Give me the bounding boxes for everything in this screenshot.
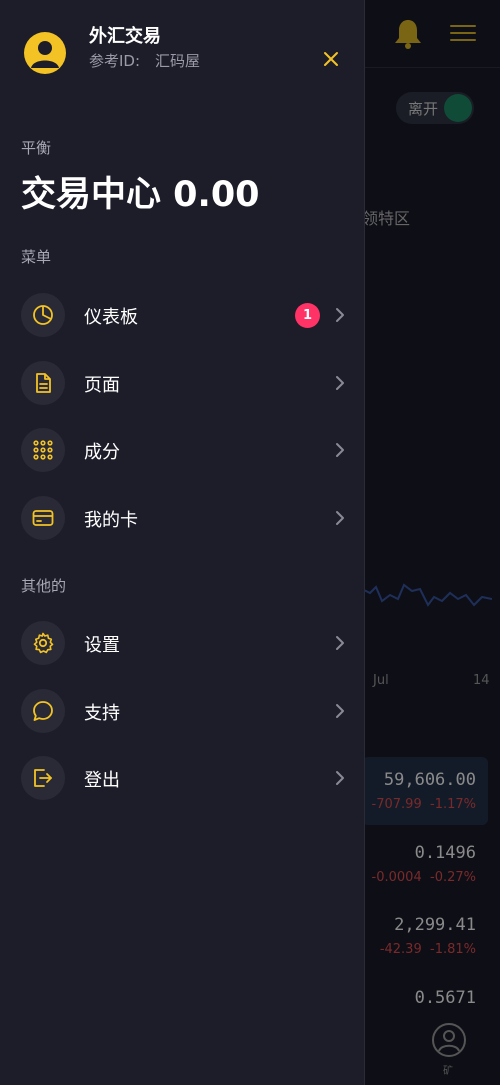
side-drawer: 外汇交易 参考ID: 汇码屋 平衡 交易中心 0.00 菜单 仪表板 1 页面 … [0,0,365,1085]
price-chart-line [362,583,492,607]
chevron-right-icon [336,376,344,390]
ref-id-label: 参考ID: [89,52,141,70]
chevron-right-icon [336,511,344,525]
user-icon[interactable] [431,1022,467,1058]
axis-label-jul: Jul [373,673,389,688]
toggle-knob [444,94,472,122]
menu-item-label: 成分 [84,442,120,463]
user-avatar-icon [31,41,59,68]
chevron-right-icon [336,443,344,457]
highlighted-row-card [362,757,488,825]
icon-container [21,428,65,472]
pie-chart-icon [33,305,53,325]
notification-badge: 1 [295,303,320,328]
menu-item-label: 设置 [84,635,120,656]
menu-item-components[interactable]: 成分 [0,422,365,478]
chevron-right-icon [336,771,344,785]
balance-value: 交易中心 0.00 [21,175,260,215]
menu-item-support[interactable]: 支持 [0,683,365,739]
other-section-label: 其他的 [21,577,67,595]
icon-container [21,293,65,337]
menu-item-label: 仪表板 [84,307,138,328]
menu-item-settings[interactable]: 设置 [0,615,365,671]
axis-label-14: 14 [473,673,490,688]
icon-container [21,496,65,540]
toggle-label: 离开 [408,100,439,118]
row-change-percent: -1.81% [430,942,476,957]
user-nav-label: 矿 [443,1066,453,1077]
icon-container [21,756,65,800]
menu-item-logout[interactable]: 登出 [0,750,365,806]
hamburger-menu-icon[interactable] [450,25,476,43]
row-change-percent: -0.27% [430,870,476,885]
row-change: -707.99 -1.17% [372,797,476,812]
row-change: -42.39 -1.81% [380,942,476,957]
menu-item-label: 页面 [84,375,120,396]
avatar[interactable] [24,32,66,74]
row-price: 0.5671 [414,988,476,1008]
menu-item-my-cards[interactable]: 我的卡 [0,490,365,546]
row-change: -0.0004 -0.27% [372,870,476,885]
row-price: 2,299.41 [394,915,476,935]
balance-label: 平衡 [21,139,52,157]
logout-icon [34,769,52,787]
icon-container [21,621,65,665]
row-change-percent: -1.17% [430,797,476,812]
bell-icon[interactable] [393,18,423,50]
chevron-right-icon [336,704,344,718]
row-change-value: -0.0004 [371,870,422,885]
menu-item-label: 我的卡 [84,510,138,531]
menu-item-label: 支持 [84,703,120,724]
row-change-value: -707.99 [371,797,422,812]
menu-item-pages[interactable]: 页面 [0,355,365,411]
row-price: 0.1496 [414,843,476,863]
chevron-right-icon [336,308,344,322]
gear-icon [33,632,54,654]
chevron-right-icon [336,636,344,650]
grid-dots-icon [33,440,53,460]
menu-item-label: 登出 [84,770,120,791]
document-icon [36,373,51,393]
chat-bubble-icon [33,701,53,721]
leave-toggle[interactable]: 离开 [396,92,474,124]
ref-id-value: 汇码屋 [155,52,201,70]
row-price: 59,606.00 [383,770,476,790]
menu-section-label: 菜单 [21,248,52,266]
credit-card-icon [32,510,54,526]
app-name: 外汇交易 [89,26,161,47]
menu-item-dashboard[interactable]: 仪表板 1 [0,287,365,343]
row-change-value: -42.39 [379,942,422,957]
close-icon[interactable] [320,48,342,70]
zone-label: 领特区 [362,209,411,228]
icon-container [21,689,65,733]
icon-container [21,361,65,405]
